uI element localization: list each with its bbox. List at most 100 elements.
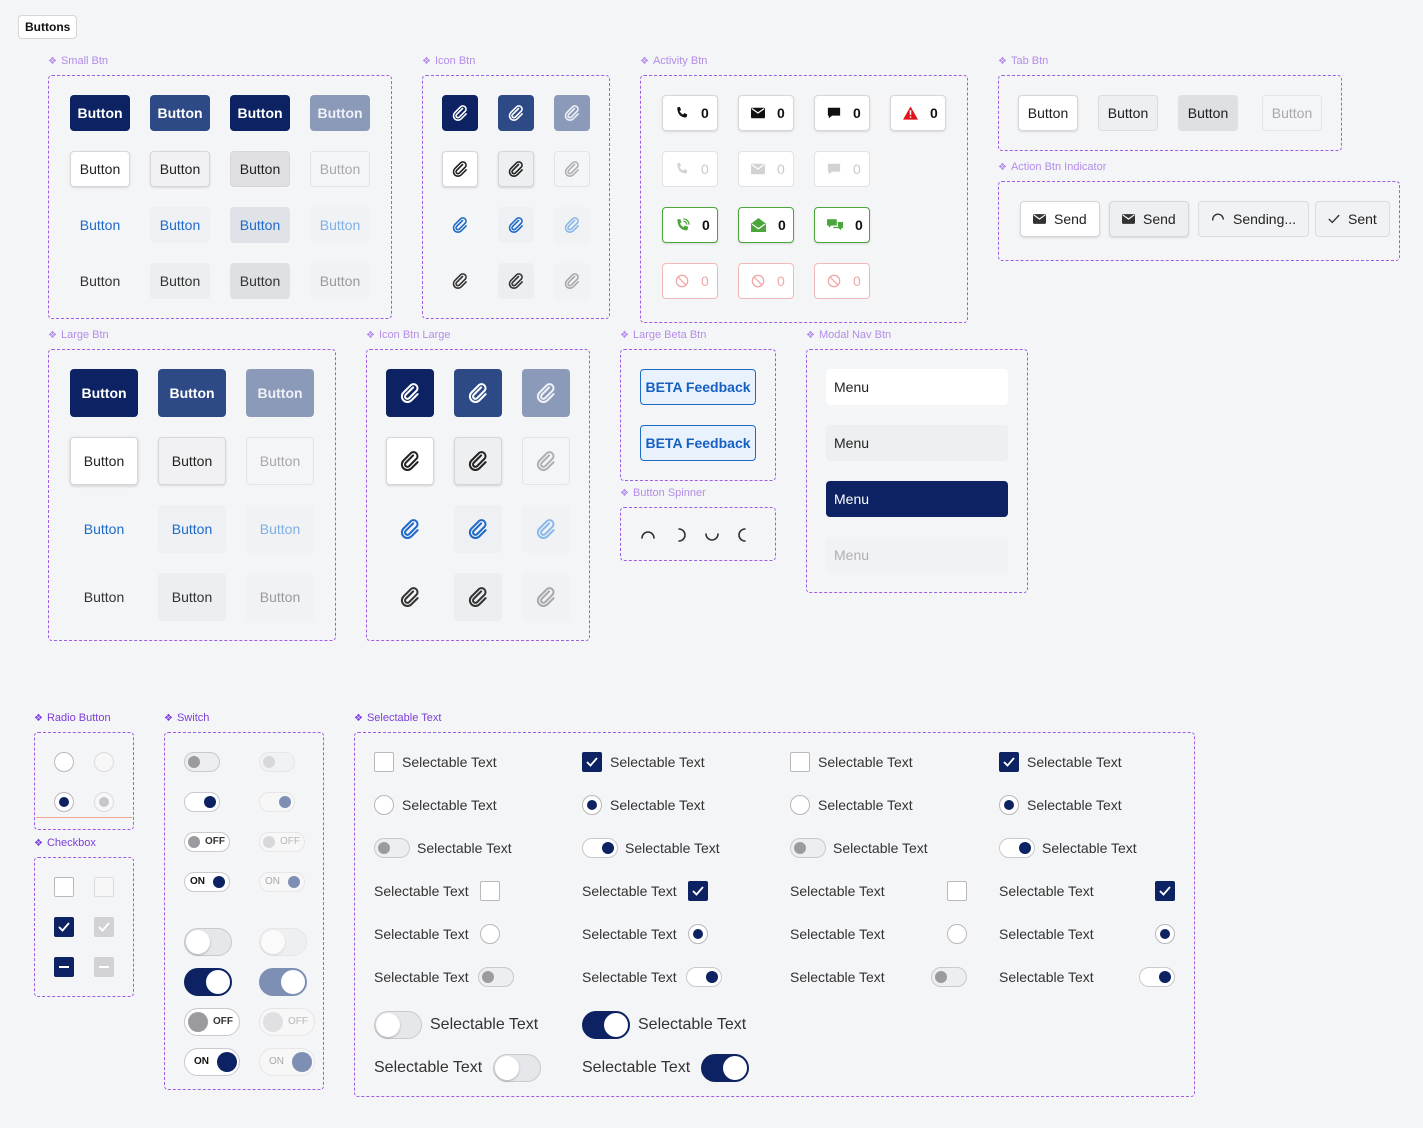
small-button-link-hover[interactable]: Button: [150, 207, 210, 243]
switch-on[interactable]: [184, 792, 220, 812]
tab-button[interactable]: Button: [1018, 95, 1078, 131]
checkbox-checked-disabled[interactable]: [94, 917, 114, 937]
small-button-primary-hover[interactable]: Button: [150, 95, 210, 131]
icon-button-attach[interactable]: [498, 95, 534, 131]
selectable-switch-large-off-right[interactable]: [493, 1054, 541, 1082]
large-button-link[interactable]: Button: [70, 505, 138, 553]
beta-feedback-button-hover[interactable]: BETA Feedback: [640, 425, 756, 461]
large-button-primary-hover[interactable]: Button: [158, 369, 226, 417]
beta-feedback-button[interactable]: BETA Feedback: [640, 369, 756, 405]
selectable-checkbox[interactable]: [790, 752, 810, 772]
switch-large-labeled-off-disabled[interactable]: OFF: [259, 1008, 315, 1036]
selectable-switch-large-on-right[interactable]: [701, 1054, 749, 1082]
send-button-hover[interactable]: Send: [1109, 201, 1189, 237]
icon-button-attach[interactable]: [498, 151, 534, 187]
switch-large-labeled-on-disabled[interactable]: ON: [259, 1048, 315, 1076]
large-button-link-hover[interactable]: Button: [158, 505, 226, 553]
selectable-switch-large-off[interactable]: [374, 1011, 422, 1039]
switch-labeled-off[interactable]: OFF: [184, 832, 230, 852]
large-button-secondary-disabled[interactable]: Button: [246, 437, 314, 485]
selectable-switch[interactable]: [582, 838, 618, 858]
checkbox-checked[interactable]: [54, 917, 74, 937]
activity-button-chat-disabled[interactable]: 0: [814, 151, 870, 187]
small-button-secondary-disabled[interactable]: Button: [310, 151, 370, 187]
large-button-ghost-disabled[interactable]: Button: [246, 573, 314, 621]
switch-on-disabled[interactable]: [259, 792, 295, 812]
selectable-radio[interactable]: [374, 795, 394, 815]
selectable-switch-right[interactable]: [686, 967, 722, 987]
activity-button-chat[interactable]: 0: [814, 95, 870, 131]
switch-labeled-off-disabled[interactable]: OFF: [259, 832, 305, 852]
checkbox-disabled[interactable]: [94, 877, 114, 897]
activity-button-blocked[interactable]: 0: [814, 263, 870, 299]
large-button-ghost-hover[interactable]: Button: [158, 573, 226, 621]
selectable-switch-right[interactable]: [931, 967, 967, 987]
icon-button-attach[interactable]: [442, 151, 478, 187]
selectable-checkbox-right[interactable]: [1155, 881, 1175, 901]
switch-large-labeled-off[interactable]: OFF: [184, 1008, 240, 1036]
activity-button-email-active[interactable]: 0: [738, 207, 794, 243]
menu-button-hover[interactable]: Menu: [826, 425, 1008, 461]
radio-button-disabled[interactable]: [94, 752, 114, 772]
icon-button-attach[interactable]: [554, 151, 590, 187]
tab-button-selected[interactable]: Button: [1178, 95, 1238, 131]
small-button-ghost[interactable]: Button: [70, 263, 130, 299]
small-button-primary-pressed[interactable]: Button: [230, 95, 290, 131]
icon-button-attach[interactable]: [522, 437, 570, 485]
selectable-radio[interactable]: [999, 795, 1019, 815]
selectable-switch[interactable]: [790, 838, 826, 858]
activity-button-blocked[interactable]: 0: [662, 263, 718, 299]
sent-button[interactable]: Sent: [1315, 201, 1390, 237]
small-button-ghost-hover[interactable]: Button: [150, 263, 210, 299]
activity-button-blocked[interactable]: 0: [738, 263, 794, 299]
selectable-switch[interactable]: [374, 838, 410, 858]
icon-button-attach[interactable]: [386, 505, 434, 553]
selectable-checkbox-right[interactable]: [480, 881, 500, 901]
checkbox[interactable]: [54, 877, 74, 897]
menu-button[interactable]: Menu: [826, 369, 1008, 405]
selectable-checkbox[interactable]: [582, 752, 602, 772]
selectable-switch-large-on[interactable]: [582, 1011, 630, 1039]
small-button-link-pressed[interactable]: Button: [230, 207, 290, 243]
small-button-secondary[interactable]: Button: [70, 151, 130, 187]
activity-button-email-disabled[interactable]: 0: [738, 151, 794, 187]
selectable-checkbox-right[interactable]: [688, 881, 708, 901]
icon-button-attach[interactable]: [554, 95, 590, 131]
icon-button-attach[interactable]: [454, 369, 502, 417]
selectable-radio[interactable]: [582, 795, 602, 815]
selectable-checkbox[interactable]: [374, 752, 394, 772]
switch-off[interactable]: [184, 752, 220, 772]
icon-button-attach[interactable]: [454, 437, 502, 485]
icon-button-attach[interactable]: [454, 505, 502, 553]
icon-button-attach[interactable]: [522, 573, 570, 621]
radio-button-selected-disabled[interactable]: [94, 792, 114, 812]
icon-button-attach[interactable]: [386, 369, 434, 417]
activity-button-call-active[interactable]: 0: [662, 207, 718, 243]
activity-button-email[interactable]: 0: [738, 95, 794, 131]
selectable-radio-right[interactable]: [688, 924, 708, 944]
switch-labeled-on-disabled[interactable]: ON: [259, 872, 305, 892]
large-button-primary-disabled[interactable]: Button: [246, 369, 314, 417]
icon-button-attach[interactable]: [554, 207, 590, 243]
small-button-primary-disabled[interactable]: Button: [310, 95, 370, 131]
selectable-radio-right[interactable]: [1155, 924, 1175, 944]
icon-button-attach[interactable]: [442, 95, 478, 131]
icon-button-attach[interactable]: [498, 207, 534, 243]
switch-large-off-disabled[interactable]: [259, 928, 307, 956]
selectable-switch[interactable]: [999, 838, 1035, 858]
icon-button-attach[interactable]: [454, 573, 502, 621]
large-button-secondary-hover[interactable]: Button: [158, 437, 226, 485]
selectable-switch-right[interactable]: [1139, 967, 1175, 987]
selectable-radio-right[interactable]: [480, 924, 500, 944]
icon-button-attach[interactable]: [498, 263, 534, 299]
selectable-switch-right[interactable]: [478, 967, 514, 987]
tab-button-hover[interactable]: Button: [1098, 95, 1158, 131]
small-button-ghost-pressed[interactable]: Button: [230, 263, 290, 299]
small-button-secondary-pressed[interactable]: Button: [230, 151, 290, 187]
small-button-primary[interactable]: Button: [70, 95, 130, 131]
small-button-ghost-disabled[interactable]: Button: [310, 263, 370, 299]
icon-button-attach[interactable]: [386, 437, 434, 485]
icon-button-attach[interactable]: [442, 207, 478, 243]
large-button-ghost[interactable]: Button: [70, 573, 138, 621]
switch-labeled-on[interactable]: ON: [184, 872, 230, 892]
